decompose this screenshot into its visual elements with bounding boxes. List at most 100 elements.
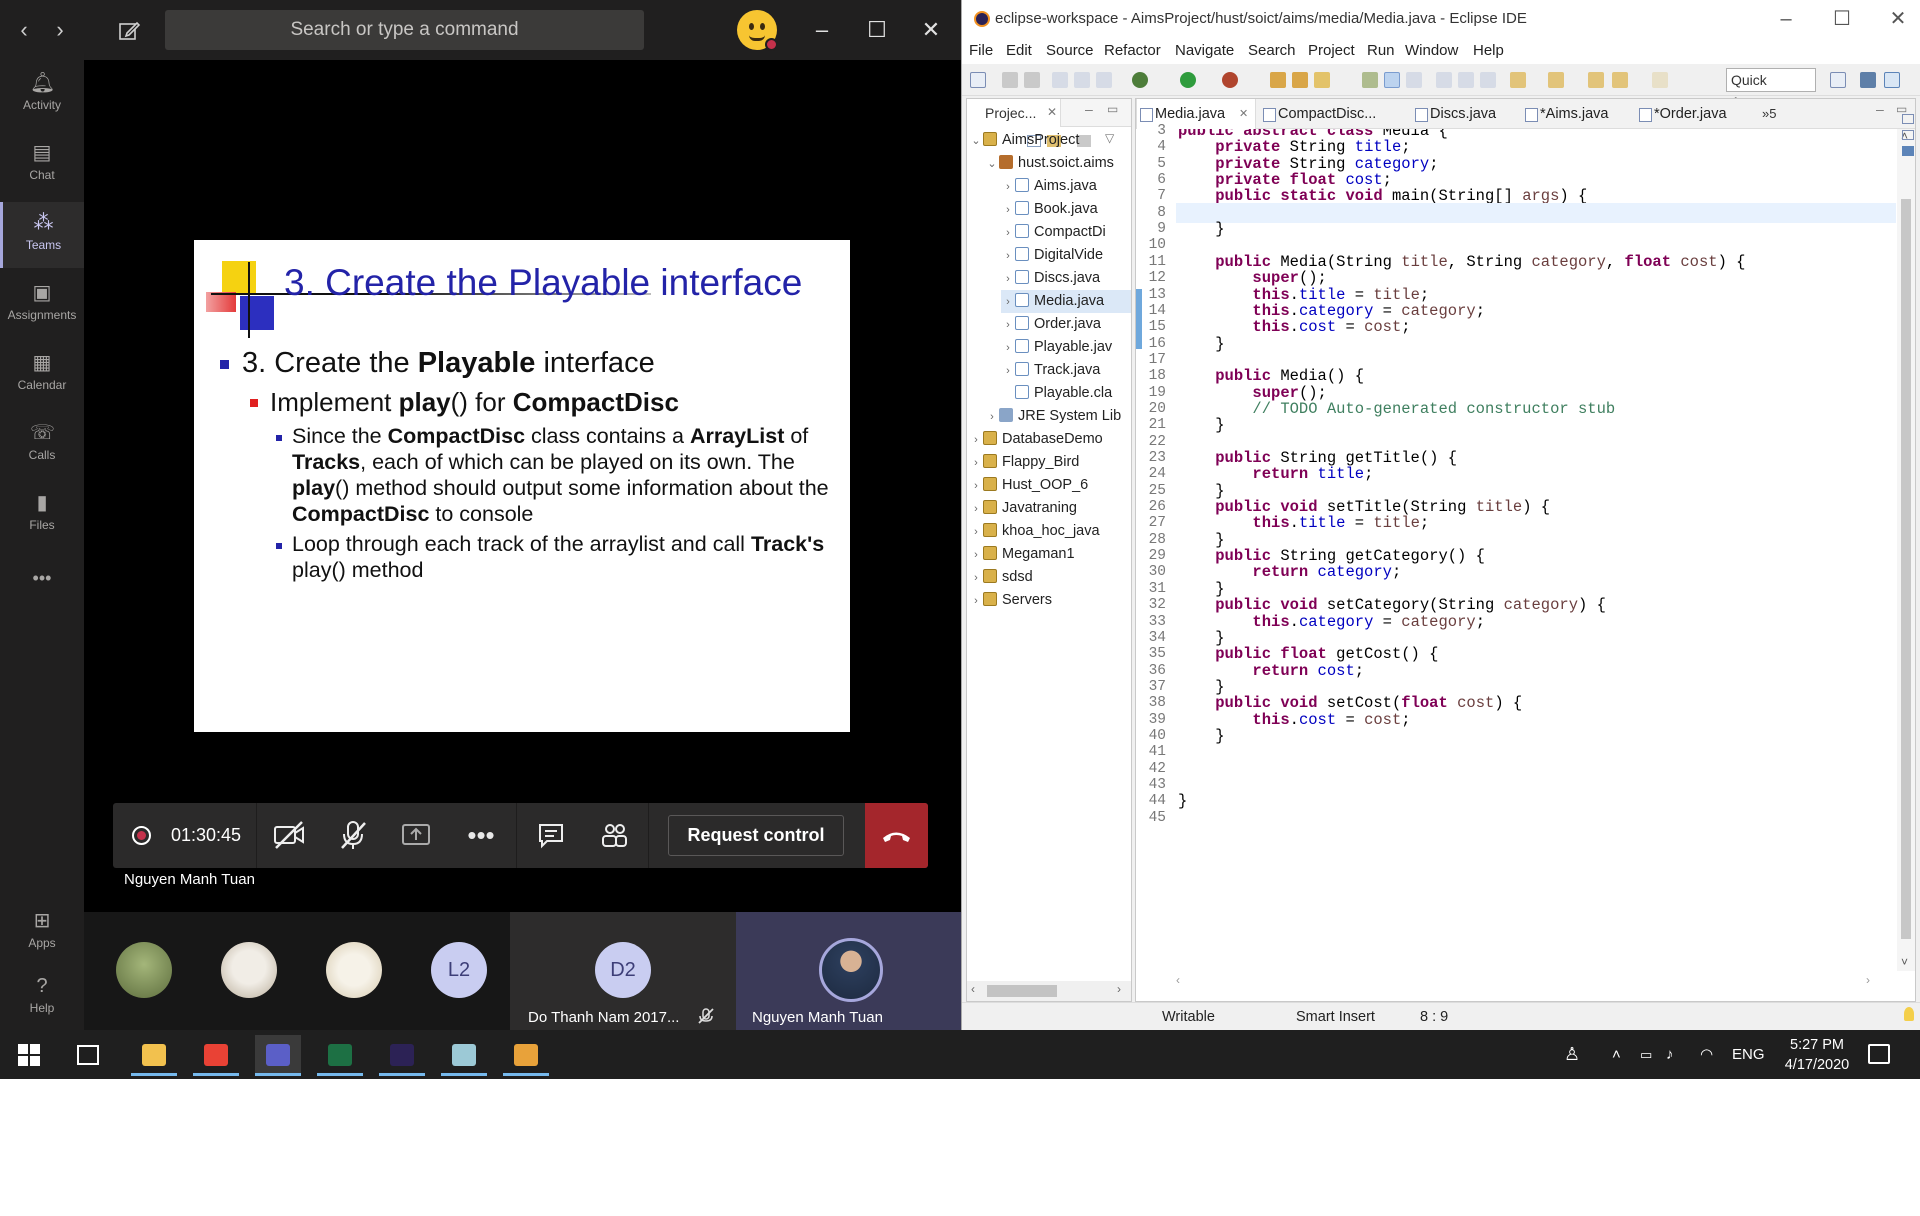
rail-help[interactable]: ? Help	[0, 965, 84, 1031]
chat-icon[interactable]	[533, 817, 569, 853]
maximize-view-icon[interactable]: ▭	[1107, 102, 1118, 116]
tree-item[interactable]: › Flappy_Bird	[969, 451, 1131, 474]
chevron-down-icon[interactable]: ⌄	[969, 130, 983, 153]
menu-file[interactable]: File	[969, 38, 993, 64]
scroll-right-icon[interactable]: ›	[1117, 982, 1121, 996]
tree-item[interactable]: › Servers	[969, 589, 1131, 612]
prev-annotation-icon[interactable]	[1548, 72, 1564, 88]
coverage-icon[interactable]	[1222, 72, 1238, 88]
windows-start-icon[interactable]	[18, 1044, 40, 1066]
open-folder-icon[interactable]	[1292, 72, 1308, 88]
camera-off-icon[interactable]	[271, 817, 307, 853]
chevron-up-icon[interactable]: ˄	[1612, 1030, 1621, 1079]
next-annotation-icon[interactable]	[1510, 72, 1526, 88]
run-icon[interactable]	[1180, 72, 1196, 88]
rail-activity[interactable]: 🔔︎ Activity	[0, 62, 84, 128]
toolbar-tool-icon[interactable]	[1458, 72, 1474, 88]
tree-item[interactable]: › Aims.java	[1001, 175, 1131, 198]
code-area[interactable]: public abstract class Media { private St…	[1176, 129, 1896, 971]
tree-item[interactable]: › CompactDi	[1001, 221, 1131, 244]
open-type-icon[interactable]	[1270, 72, 1286, 88]
debug-icon[interactable]	[1132, 72, 1148, 88]
maximize-icon[interactable]: ☐	[1822, 4, 1862, 34]
teams-search-input[interactable]: Search or type a command	[165, 10, 644, 50]
system-clock[interactable]: 5:27 PM 4/17/2020	[1772, 1035, 1862, 1075]
menu-refactor[interactable]: Refactor	[1104, 38, 1161, 64]
chevron-right-icon[interactable]: ›	[969, 498, 983, 521]
minimize-view-icon[interactable]: –	[1876, 101, 1884, 117]
toolbar-tool-icon[interactable]	[1362, 72, 1378, 88]
hang-up-button[interactable]	[865, 803, 928, 868]
java-perspective-icon[interactable]	[1860, 72, 1876, 88]
scrollbar-thumb[interactable]	[1901, 199, 1911, 939]
outline-icon[interactable]	[1902, 130, 1914, 140]
volume-icon[interactable]: ♪	[1666, 1030, 1674, 1079]
compose-icon[interactable]	[116, 18, 142, 44]
mic-off-icon[interactable]	[335, 817, 371, 853]
rail-more-button[interactable]: •••	[0, 560, 84, 596]
new-icon[interactable]	[970, 72, 986, 88]
menu-edit[interactable]: Edit	[1006, 38, 1032, 64]
open-perspective-icon[interactable]	[1830, 72, 1846, 88]
rail-files[interactable]: ▮ Files	[0, 482, 84, 548]
participant-avatar-photo[interactable]	[116, 942, 172, 998]
chevron-right-icon[interactable]: ›	[1001, 199, 1015, 222]
toolbar-tool-icon[interactable]	[1436, 72, 1452, 88]
tree-item[interactable]: › Megaman1	[969, 543, 1131, 566]
chevron-right-icon[interactable]: ›	[969, 567, 983, 590]
tasks-icon[interactable]	[1902, 146, 1914, 156]
taskbar-app-chrome[interactable]	[193, 1035, 239, 1076]
rail-calendar[interactable]: ▦ Calendar	[0, 342, 84, 408]
save-all-icon[interactable]	[1024, 72, 1040, 88]
tree-item[interactable]: › Media.java	[1001, 290, 1131, 313]
participant-tile[interactable]: D2 Do Thanh Nam 2017...	[510, 912, 736, 1030]
tree-item[interactable]: › Hust_OOP_6	[969, 474, 1131, 497]
chevron-right-icon[interactable]: ›	[1001, 360, 1015, 383]
toolbar-tool-icon[interactable]	[1052, 72, 1068, 88]
task-view-icon[interactable]	[77, 1045, 99, 1065]
save-icon[interactable]	[1002, 72, 1018, 88]
rail-assignments[interactable]: ▣ Assignments	[0, 272, 84, 338]
chevron-right-icon[interactable]: ›	[969, 544, 983, 567]
tree-item[interactable]: › Playable.jav	[1001, 336, 1131, 359]
menu-project[interactable]: Project	[1308, 38, 1355, 64]
tree-item[interactable]: › Track.java	[1001, 359, 1131, 382]
code-line[interactable]	[1176, 808, 1896, 828]
chevron-right-icon[interactable]: ›	[969, 475, 983, 498]
taskbar-app-eclipse[interactable]	[379, 1035, 425, 1076]
mark-occurrences-icon[interactable]	[1384, 72, 1400, 88]
tab-compactdisc-java[interactable]: CompactDisc...	[1260, 99, 1408, 129]
participants-icon[interactable]	[596, 817, 632, 853]
scroll-right-icon[interactable]: ›	[1866, 973, 1870, 987]
tree-item[interactable]: ⌄ hust.soict.aims	[985, 152, 1131, 175]
back-icon[interactable]	[1612, 72, 1628, 88]
input-language[interactable]: ENG	[1732, 1030, 1765, 1079]
back-arrow-icon[interactable]: ‹	[14, 18, 34, 42]
more-actions-icon[interactable]: •••	[463, 817, 499, 853]
tree-item[interactable]: › DigitalVide	[1001, 244, 1131, 267]
tree-item[interactable]: ⌄ AimsProject	[969, 129, 1131, 152]
close-icon[interactable]: ✕	[1239, 99, 1248, 129]
chevron-right-icon[interactable]: ›	[969, 429, 983, 452]
taskbar-app-notepad[interactable]	[441, 1035, 487, 1076]
chevron-right-icon[interactable]: ›	[969, 590, 983, 613]
chevron-right-icon[interactable]: ›	[1001, 268, 1015, 291]
editor-vertical-scrollbar[interactable]: ˄ ˅	[1897, 129, 1915, 971]
scroll-left-icon[interactable]: ‹	[971, 982, 975, 996]
battery-icon[interactable]: ▭	[1640, 1030, 1652, 1079]
maximize-icon[interactable]: ☐	[861, 14, 893, 46]
chevron-right-icon[interactable]: ›	[1001, 222, 1015, 245]
taskbar-app-file-explorer[interactable]	[131, 1035, 177, 1076]
chevron-right-icon[interactable]: ›	[1001, 314, 1015, 337]
scrollbar-thumb[interactable]	[987, 985, 1057, 997]
tree-item[interactable]: Playable.cla	[1001, 382, 1131, 405]
tree-item[interactable]: › Javatraning	[969, 497, 1131, 520]
chevron-right-icon[interactable]: ›	[969, 452, 983, 475]
chevron-right-icon[interactable]: ›	[969, 521, 983, 544]
scroll-down-icon[interactable]: ˅	[1901, 955, 1908, 969]
last-edit-icon[interactable]	[1588, 72, 1604, 88]
tree-item[interactable]: › Discs.java	[1001, 267, 1131, 290]
restore-icon[interactable]	[1902, 114, 1914, 124]
scroll-left-icon[interactable]: ‹	[1176, 973, 1180, 987]
chevron-right-icon[interactable]: ›	[1001, 337, 1015, 360]
